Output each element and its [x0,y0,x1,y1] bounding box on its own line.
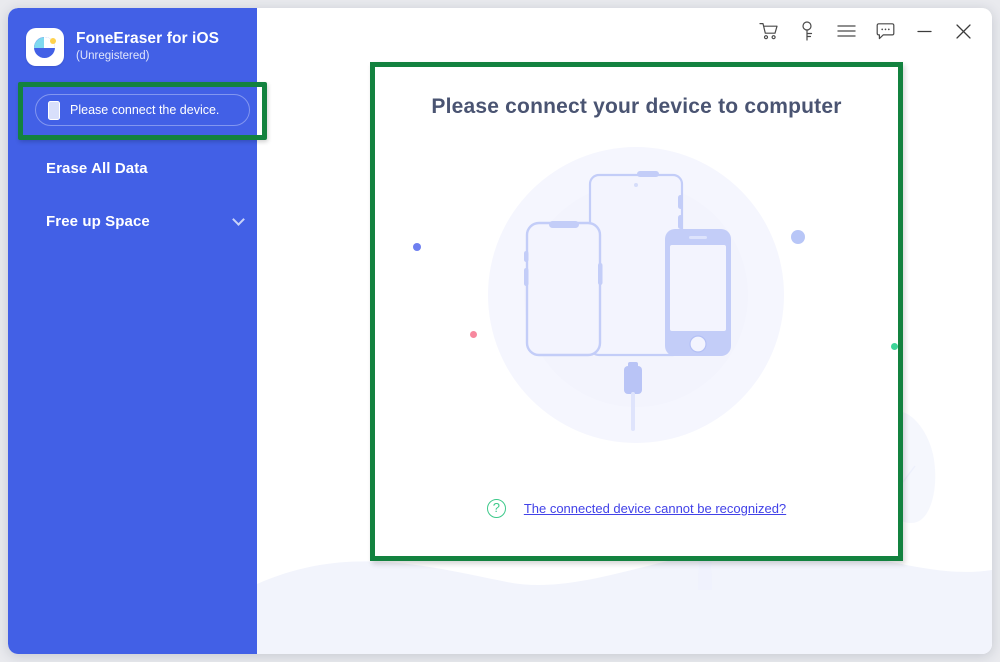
titlebar-tools [757,20,974,42]
brand-block: FoneEraser for iOS (Unregistered) [26,28,219,66]
cart-icon[interactable] [757,20,779,42]
minimize-icon[interactable] [913,20,935,42]
main-content-area: Please connect your device to computer ?… [257,8,992,654]
phone-icon [48,100,60,120]
sidebar-item-erase-all-data[interactable]: Erase All Data [8,151,257,185]
device-status-label: Please connect the device. [70,103,220,117]
sidebar-item-label: Free up Space [46,212,150,230]
annotation-highlight-main-card: Please connect your device to computer ?… [370,62,903,561]
app-title: FoneEraser for iOS [76,30,220,48]
logo-dot-shape [50,38,56,44]
menu-icon[interactable] [835,20,857,42]
sidebar-item-label: Erase All Data [46,159,148,177]
question-mark-icon[interactable]: ? [486,499,506,518]
page-title: Please connect your device to computer [431,95,842,118]
registration-status: (Unregistered) [76,50,150,63]
sidebar-item-free-up-space[interactable]: Free up Space [8,204,257,238]
decorative-dot-blue [413,243,421,251]
feedback-icon[interactable] [874,20,896,42]
app-window: FoneEraser for iOS (Unregistered) Please… [8,8,992,654]
brand-text: FoneEraser for iOS (Unregistered) [76,30,219,63]
foneeraser-logo-icon [26,28,64,66]
decorative-dot-pink [470,331,477,338]
close-icon[interactable] [952,20,974,42]
help-row: ? The connected device cannot be recogni… [375,499,898,518]
sidebar: FoneEraser for iOS (Unregistered) Please… [8,8,267,654]
connect-devices-illustration [375,117,898,467]
bottom-strip [257,594,992,654]
decorative-dot-lavender [791,230,805,244]
connect-device-card: Please connect your device to computer ?… [375,67,898,556]
decorative-dot-green [891,343,898,350]
device-status-pill[interactable]: Please connect the device. [35,94,250,126]
chevron-down-icon [232,213,245,226]
key-icon[interactable] [796,20,818,42]
device-not-recognized-link[interactable]: The connected device cannot be recognize… [524,501,786,516]
